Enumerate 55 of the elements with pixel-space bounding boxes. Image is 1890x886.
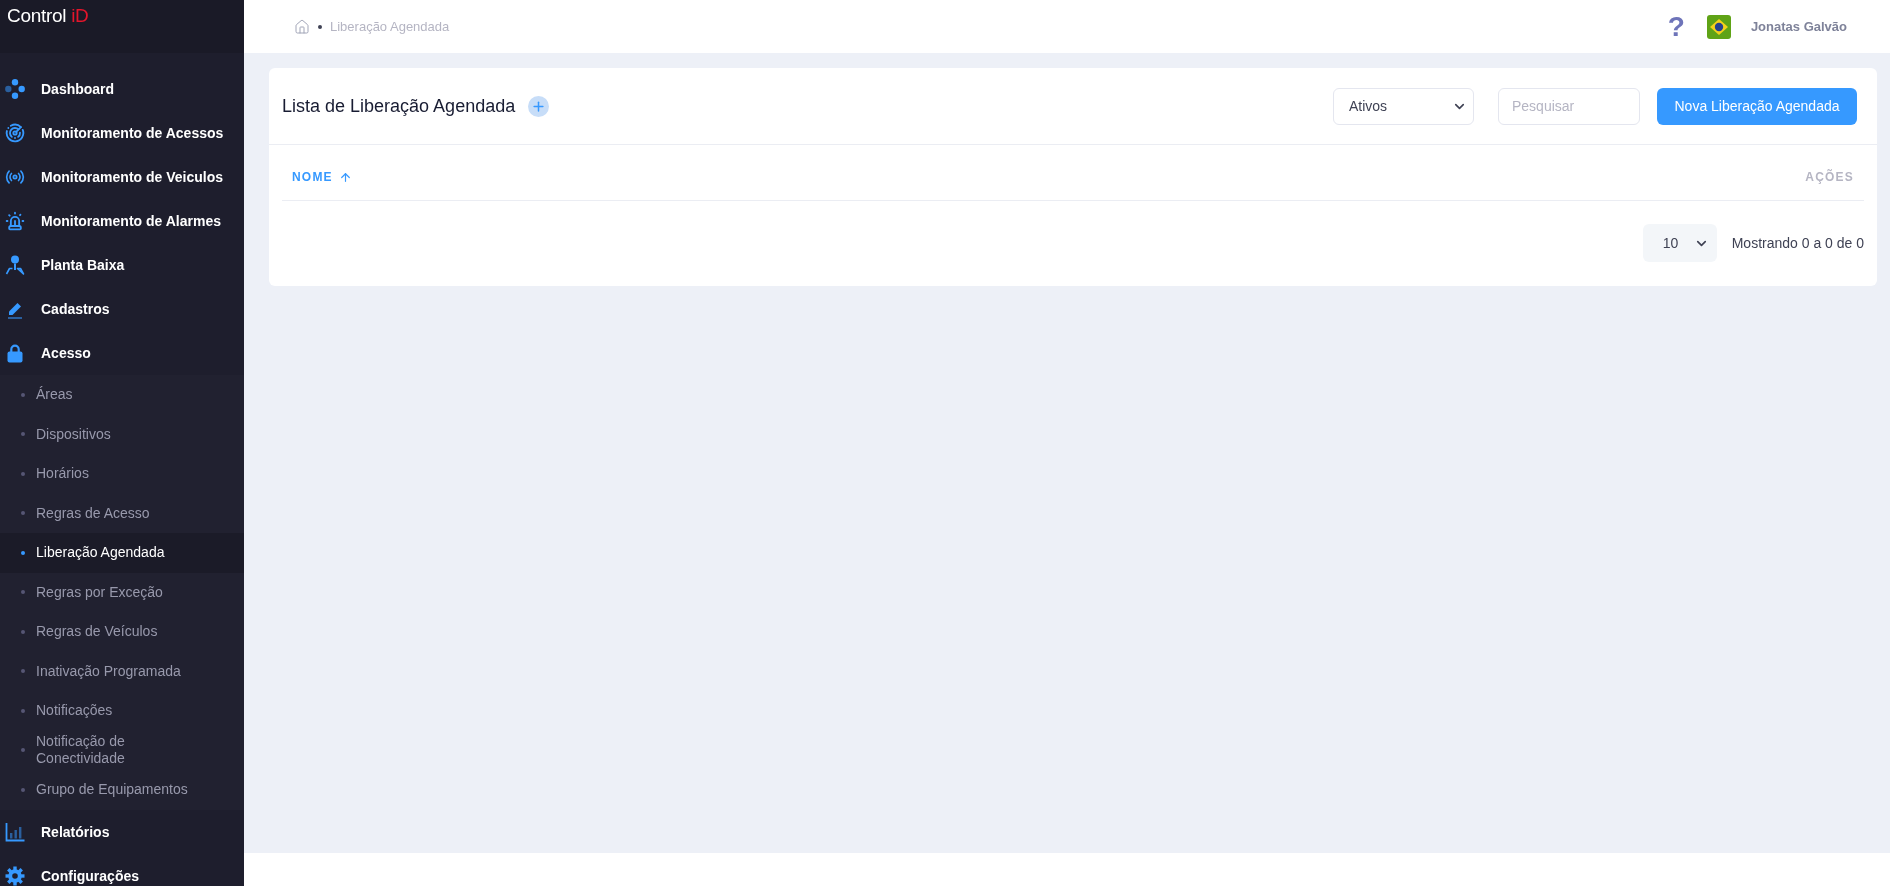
breadcrumb-current: Liberação Agendada xyxy=(330,17,450,36)
sidebar-item[interactable]: Monitoramento de Alarmes xyxy=(0,199,244,243)
sidebar-item[interactable]: Planta Baixa xyxy=(0,243,244,287)
column-header[interactable]: NOME xyxy=(292,170,352,184)
home-icon[interactable] xyxy=(294,18,310,35)
bullet-icon xyxy=(21,392,25,397)
sidebar-item[interactable]: Monitoramento de Veiculos xyxy=(0,155,244,199)
bullet-icon xyxy=(21,708,25,713)
submenu-item[interactable]: Inativação Programada xyxy=(0,651,244,691)
bullet-icon xyxy=(21,629,25,634)
bullet-icon xyxy=(21,590,25,595)
radar-icon xyxy=(5,123,25,143)
sidebar-item[interactable]: Monitoramento de Acessos xyxy=(0,111,244,155)
sidebar-item[interactable]: Cadastros xyxy=(0,287,244,331)
status-select[interactable]: Ativos xyxy=(1333,87,1474,125)
lock-icon xyxy=(5,343,25,363)
plus-icon xyxy=(531,98,547,114)
bullet-icon xyxy=(21,550,25,555)
submenu-item[interactable]: Grupo de Equipamentos xyxy=(0,770,244,810)
sidebar-item[interactable]: Dashboard xyxy=(0,67,244,111)
help-button[interactable]: ? xyxy=(1667,11,1685,42)
person-pin-icon xyxy=(5,255,25,275)
submenu-item[interactable]: Horários xyxy=(0,454,244,494)
bullet-icon xyxy=(21,787,25,792)
sidebar-item[interactable]: Acesso xyxy=(0,331,244,375)
dots-icon xyxy=(5,79,25,99)
bullet-icon xyxy=(21,432,25,437)
bullet-icon xyxy=(21,471,25,476)
pagination-summary: Mostrando 0 a 0 de 0 xyxy=(1731,233,1864,253)
user-name[interactable]: Jonatas Galvão xyxy=(1750,16,1847,37)
submenu-item[interactable]: Notificação de Conectividade xyxy=(0,730,244,770)
sidebar-item[interactable]: Configurações xyxy=(0,853,244,886)
submenu-item[interactable]: Regras de Acesso xyxy=(0,493,244,533)
card-title: Lista de Liberação Agendada xyxy=(282,94,516,118)
submenu-item[interactable]: Regras de Veículos xyxy=(0,612,244,652)
page-size-select[interactable]: 10 xyxy=(1642,224,1717,262)
submenu-item[interactable]: Liberação Agendada xyxy=(0,533,244,573)
bullet-icon xyxy=(21,748,25,753)
bullet-icon xyxy=(21,669,25,674)
siren-icon xyxy=(5,211,25,231)
submenu-item[interactable]: Áreas xyxy=(0,375,244,415)
logo[interactable]: Control iD xyxy=(7,4,89,28)
flag-icon[interactable] xyxy=(1706,14,1731,39)
sidebar-item[interactable]: Relatórios xyxy=(0,809,244,854)
search-field[interactable]: Pesquisar xyxy=(1498,87,1640,125)
new-release-button[interactable]: Nova Liberação Agendada xyxy=(1657,87,1857,125)
bullet-icon xyxy=(21,511,25,516)
bar-chart-icon xyxy=(5,821,25,842)
gear-icon xyxy=(5,865,25,886)
sort-arrow-icon xyxy=(338,170,352,184)
broadcast-icon xyxy=(5,167,25,187)
submenu-item[interactable]: Notificações xyxy=(0,691,244,731)
add-button[interactable] xyxy=(528,95,550,117)
submenu-item[interactable]: Dispositivos xyxy=(0,414,244,454)
submenu-item[interactable]: Regras por Exceção xyxy=(0,572,244,612)
